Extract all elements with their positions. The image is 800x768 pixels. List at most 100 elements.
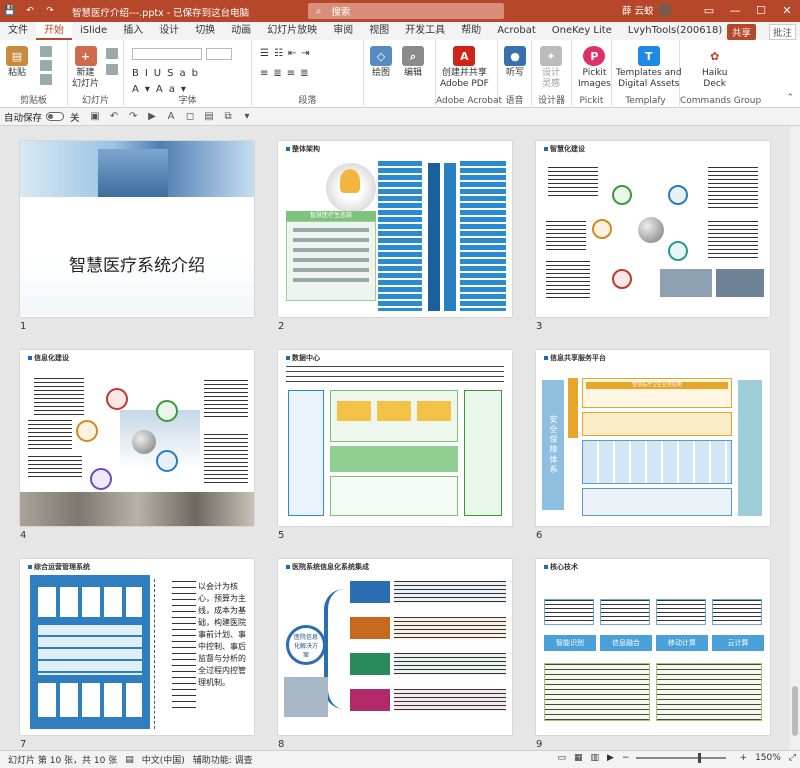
pickit-button[interactable]: P Pickit Images: [578, 46, 611, 90]
customize-icon[interactable]: ▾: [241, 111, 254, 123]
zoom-thumb[interactable]: [697, 753, 701, 763]
slide-thumbnail-1[interactable]: 智慧医疗系统介绍: [20, 141, 254, 317]
slide-number: 6: [536, 530, 543, 541]
reset-icon[interactable]: [106, 64, 118, 75]
arrange-icon[interactable]: ⧉: [222, 111, 235, 123]
haiku-deck-button[interactable]: ✿ Haiku Deck: [702, 46, 727, 90]
slide-sorter[interactable]: 智慧医疗系统介绍 1 整体架构 智慧医疗生态链 2 智慧化建设 3 信息化建设 …: [0, 126, 800, 750]
templafy-icon: T: [637, 46, 660, 66]
solution-hub-label: 医院信息化解决方案: [293, 633, 318, 659]
design-ideas-button[interactable]: ✦ 设计 灵感: [540, 46, 562, 90]
shape-icon[interactable]: ◻: [184, 111, 197, 123]
close-button[interactable]: ✕: [774, 0, 800, 22]
format-painter-icon[interactable]: [40, 74, 52, 85]
new-slide-button[interactable]: + 新建 幻灯片: [72, 46, 99, 90]
tab-7[interactable]: 幻灯片放映: [259, 22, 325, 40]
align-icons[interactable]: ≡≣≡≣: [260, 68, 314, 79]
tech-description: [656, 599, 706, 625]
font-icon[interactable]: A: [165, 111, 178, 123]
drawing-button[interactable]: ◇ 绘图: [370, 46, 392, 79]
user-account[interactable]: 薛 云蛟: [622, 3, 672, 17]
layout-icon[interactable]: [106, 48, 118, 59]
text-list: [708, 167, 758, 211]
stage-box: [350, 617, 390, 639]
maximize-button[interactable]: ☐: [748, 0, 774, 22]
slide-thumbnail-2[interactable]: 整体架构 智慧医疗生态链: [278, 141, 512, 317]
tab-6[interactable]: 动画: [223, 22, 259, 40]
fit-slide-icon[interactable]: ⤢: [789, 753, 796, 763]
redo-icon[interactable]: ↷: [43, 4, 57, 18]
text-list: [34, 378, 84, 418]
save-icon[interactable]: ▣: [89, 111, 102, 123]
slide-title: 综合运营管理系统: [28, 562, 90, 572]
autosave-toggle[interactable]: [46, 112, 65, 121]
minimize-button[interactable]: —: [722, 0, 748, 22]
tab-0[interactable]: 文件: [0, 22, 36, 40]
undo-icon[interactable]: ↶: [23, 4, 37, 18]
slide-number: 5: [278, 530, 285, 541]
redo-icon[interactable]: ↷: [127, 111, 140, 123]
tab-3[interactable]: 插入: [115, 22, 151, 40]
zoom-in-icon[interactable]: +: [740, 753, 748, 763]
font-name-box[interactable]: [132, 48, 202, 60]
collapse-ribbon-icon[interactable]: ⌃: [786, 93, 794, 103]
notes-icon[interactable]: ▤: [125, 755, 134, 765]
cut-icon[interactable]: [40, 46, 52, 57]
group-clipboard: ▤ 粘贴 剪贴板: [0, 40, 68, 108]
slideshow-icon[interactable]: ▶: [607, 753, 614, 763]
slide-thumbnail-6[interactable]: 信息共享服务平台 安全保障体系 智慧医疗卫生业务应用: [536, 350, 770, 526]
paste-button[interactable]: ▤ 粘贴: [6, 46, 28, 79]
editing-button[interactable]: ⌕ 编辑: [402, 46, 424, 79]
share-button[interactable]: 共享: [726, 24, 756, 40]
language[interactable]: 中文(中国): [142, 753, 185, 766]
tab-4[interactable]: 设计: [151, 22, 187, 40]
reading-view-icon[interactable]: ▥: [591, 753, 600, 763]
scrollbar-thumb[interactable]: [792, 686, 798, 736]
tab-5[interactable]: 切换: [187, 22, 223, 40]
accessibility-status[interactable]: 辅助功能: 调查: [193, 753, 253, 766]
status-right: ▭ ▦ ▥ ▶ − + 150% ⤢: [550, 753, 796, 763]
vertical-scrollbar[interactable]: [790, 126, 800, 750]
zoom-slider[interactable]: [635, 753, 726, 763]
ribbon-display-icon[interactable]: ▭: [696, 0, 722, 22]
save-icon[interactable]: 💾: [3, 4, 17, 18]
tab-11[interactable]: 帮助: [453, 22, 489, 40]
tab-12[interactable]: Acrobat: [489, 22, 544, 40]
font-size-box[interactable]: [206, 48, 232, 60]
search-box[interactable]: ⌕ 搜索: [308, 3, 504, 19]
slide-thumbnail-4[interactable]: 信息化建设: [20, 350, 254, 526]
tab-1[interactable]: 开始: [36, 22, 72, 40]
slide-thumbnail-3[interactable]: 智慧化建设: [536, 141, 770, 317]
undo-icon[interactable]: ↶: [108, 111, 121, 123]
slide-thumbnail-7[interactable]: 综合运营管理系统 以会计为核心，预算为主线，成本为基础，构建医院事前计划、事中控…: [20, 559, 254, 735]
tab-10[interactable]: 开发工具: [397, 22, 453, 40]
text-box-icon[interactable]: ▤: [203, 111, 216, 123]
create-pdf-button[interactable]: A 创建并共享 Adobe PDF: [440, 46, 489, 90]
copy-icon[interactable]: [40, 60, 52, 71]
slide-thumbnail-9[interactable]: 核心技术 智能识别 信息融合 移动计算 云计算: [536, 559, 770, 735]
slide-thumbnail-8[interactable]: 医院系统信息化系统集成 医院信息化解决方案: [278, 559, 512, 735]
dictate-button[interactable]: ● 听写: [504, 46, 526, 79]
dictate-label: 听写: [505, 68, 524, 78]
haiku-deck-label: Haiku Deck: [702, 68, 728, 89]
font-format-icons[interactable]: BIUSab: [132, 68, 204, 79]
zoom-level[interactable]: 150%: [755, 753, 781, 763]
slide-sorter-icon[interactable]: ▦: [574, 753, 583, 763]
tab-9[interactable]: 视图: [361, 22, 397, 40]
tab-8[interactable]: 审阅: [325, 22, 361, 40]
zoom-out-icon[interactable]: −: [622, 753, 630, 763]
comment-button[interactable]: 批注: [768, 24, 796, 40]
tab-14[interactable]: LvyhTools(200618): [620, 22, 730, 40]
normal-view-icon[interactable]: ▭: [558, 753, 567, 763]
tech-item: 移动计算: [656, 635, 708, 651]
group-label-adobe: Adobe Acrobat: [436, 96, 503, 106]
window-controls: ▭ — ☐ ✕: [696, 0, 800, 22]
tech-description: [712, 599, 762, 625]
slideshow-icon[interactable]: ▶: [146, 111, 159, 123]
list-icons[interactable]: ☰☷⇤⇥: [260, 48, 315, 59]
slide-thumbnail-5[interactable]: 数据中心: [278, 350, 512, 526]
connector-arrow: [324, 589, 352, 709]
tab-2[interactable]: iSlide: [72, 22, 115, 40]
templafy-button[interactable]: T Templates and Digital Assets: [616, 46, 682, 90]
tab-13[interactable]: OneKey Lite: [544, 22, 620, 40]
